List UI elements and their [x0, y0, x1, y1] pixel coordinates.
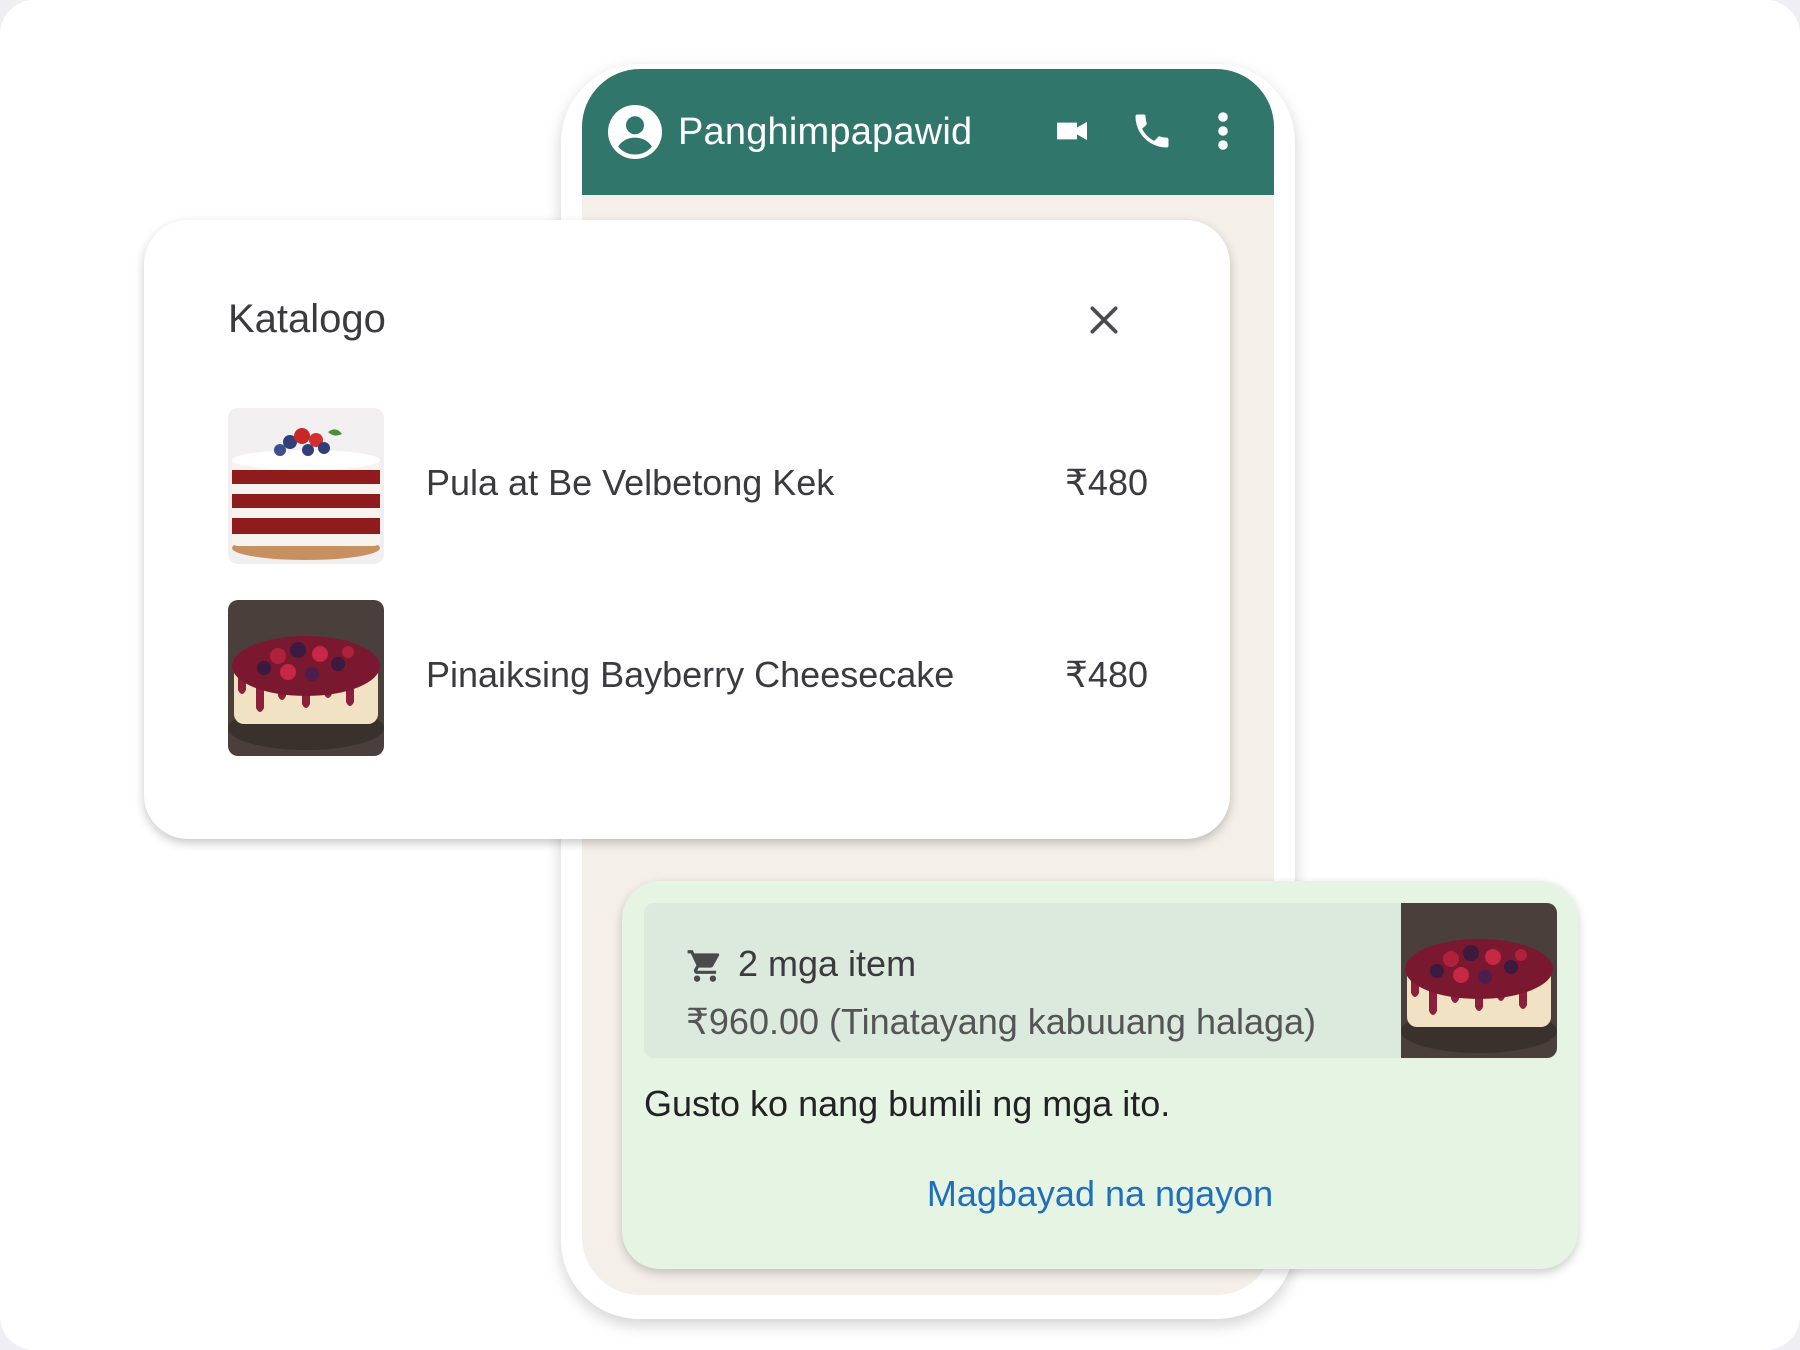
item-count: 2 mga item	[738, 943, 917, 984]
cart-icon	[686, 947, 724, 985]
product-name: Pinaiksing Bayberry Cheesecake	[426, 654, 955, 695]
catalog-item[interactable]: Pula at Be Velbetong Kek ₹480	[228, 408, 1148, 564]
product-price: ₹480	[1065, 462, 1148, 503]
order-message-text: Gusto ko nang bumili ng mga ito.	[644, 1083, 1171, 1124]
order-message-bubble: 2 mga item ₹960.00 (Tinatayang kabuuang …	[622, 881, 1578, 1269]
close-icon[interactable]	[1084, 300, 1124, 340]
order-summary[interactable]: 2 mga item ₹960.00 (Tinatayang kabuuang …	[644, 903, 1557, 1058]
catalog-panel: Katalogo Pula at Be Velbetong Kek ₹480 P…	[144, 220, 1230, 839]
product-name: Pula at Be Velbetong Kek	[426, 462, 835, 503]
red-velvet-cake-image	[228, 408, 384, 564]
order-total: ₹960.00 (Tinatayang kabuuang halaga)	[686, 1001, 1317, 1042]
berry-cheesecake-image	[1401, 903, 1557, 1058]
product-price: ₹480	[1065, 654, 1148, 695]
chat-header: Panghimpapawid	[582, 69, 1274, 195]
more-vert-icon[interactable]	[1216, 107, 1230, 155]
pay-now-button[interactable]: Magbayad na ngayon	[622, 1173, 1578, 1215]
catalog-item[interactable]: Pinaiksing Bayberry Cheesecake ₹480	[228, 600, 1148, 756]
account-icon[interactable]	[608, 105, 662, 159]
contact-name[interactable]: Panghimpapawid	[678, 111, 972, 154]
catalog-title: Katalogo	[228, 297, 386, 341]
phone-icon[interactable]	[1130, 107, 1174, 155]
berry-cheesecake-image	[228, 600, 384, 756]
video-call-icon[interactable]	[1052, 107, 1092, 155]
